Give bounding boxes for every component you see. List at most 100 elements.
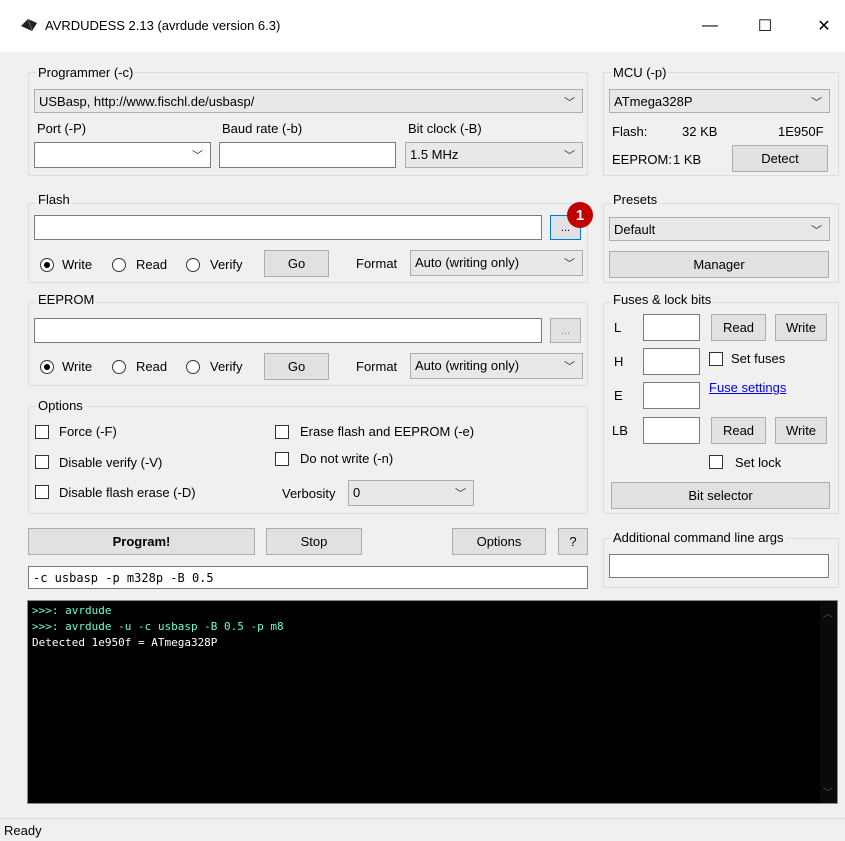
fuse-write-button[interactable]: Write: [775, 314, 827, 341]
maximize-button[interactable]: ☐: [745, 10, 785, 42]
presets-group-label: Presets: [611, 192, 660, 207]
signature-value: 1E950F: [778, 124, 824, 139]
fuse-h-input[interactable]: [643, 348, 700, 375]
fuse-l-input[interactable]: [643, 314, 700, 341]
chevron-down-icon: ﹀: [564, 258, 575, 270]
flash-format-value: Auto (writing only): [415, 255, 520, 270]
flash-size-label: Flash:: [612, 124, 648, 139]
baud-rate-input[interactable]: [219, 142, 396, 168]
set-lock-checkbox[interactable]: [709, 455, 723, 469]
console-output: >>>: avrdude >>>: avrdude -u -c usbasp -…: [27, 600, 838, 804]
eeprom-read-radio[interactable]: [112, 360, 126, 374]
presets-select[interactable]: Default ﹀: [609, 217, 830, 241]
disable-flash-erase-label: Disable flash erase (-D): [59, 485, 196, 500]
fuse-e-label: E: [614, 388, 623, 403]
lock-write-button[interactable]: Write: [775, 417, 827, 444]
flash-verify-label: Verify: [210, 257, 243, 272]
programmer-select-value: USBasp, http://www.fischl.de/usbasp/: [39, 94, 255, 109]
detect-button[interactable]: Detect: [732, 145, 828, 172]
erase-flash-eeprom-label: Erase flash and EEPROM (-e): [300, 424, 475, 439]
eeprom-read-label: Read: [136, 359, 168, 374]
chevron-down-icon: ﹀: [811, 225, 822, 237]
console-line: >>>: avrdude -u -c usbasp -B 0.5 -p m8: [32, 620, 284, 633]
flash-verify-radio[interactable]: [186, 258, 200, 272]
verbosity-select[interactable]: 0 ﹀: [348, 480, 474, 506]
lock-bits-input[interactable]: [643, 417, 700, 444]
scroll-up-icon[interactable]: ︿: [823, 605, 833, 620]
disable-verify-checkbox[interactable]: [35, 455, 49, 469]
flash-read-label: Read: [136, 257, 168, 272]
stop-button[interactable]: Stop: [266, 528, 362, 555]
chevron-down-icon: ﹀: [564, 150, 575, 162]
fuse-settings-link[interactable]: Fuse settings: [709, 380, 786, 395]
flash-write-radio[interactable]: [40, 258, 54, 272]
port-select[interactable]: ﹀: [34, 142, 211, 168]
erase-flash-eeprom-checkbox[interactable]: [275, 425, 289, 439]
fuse-l-label: L: [614, 320, 622, 335]
console-scrollbar[interactable]: ︿ ﹀: [820, 601, 837, 803]
close-button[interactable]: ✕: [804, 10, 844, 42]
additional-args-input[interactable]: [609, 554, 829, 578]
bit-clock-select[interactable]: 1.5 MHz ﹀: [405, 142, 583, 168]
eeprom-format-label: Format: [356, 359, 398, 374]
flash-format-label: Format: [356, 256, 398, 271]
program-button[interactable]: Program!: [28, 528, 255, 555]
disable-verify-label: Disable verify (-V): [59, 455, 163, 470]
chevron-down-icon: ﹀: [564, 97, 575, 109]
bit-clock-value: 1.5 MHz: [410, 147, 459, 162]
status-bar: Ready: [0, 818, 845, 841]
eeprom-format-select[interactable]: Auto (writing only) ﹀: [410, 353, 583, 379]
mcu-select[interactable]: ATmega328P ﹀: [609, 89, 830, 113]
console-line: >>>: avrdude: [32, 604, 111, 617]
minimize-button[interactable]: —: [690, 10, 730, 42]
programmer-select[interactable]: USBasp, http://www.fischl.de/usbasp/ ﹀: [34, 89, 583, 113]
eeprom-write-radio[interactable]: [40, 360, 54, 374]
port-label: Port (-P): [37, 121, 87, 136]
console-line: Detected 1e950f = ATmega328P: [32, 636, 217, 649]
chevron-down-icon: ﹀: [455, 488, 466, 500]
flash-format-select[interactable]: Auto (writing only) ﹀: [410, 250, 583, 276]
status-text: Ready: [4, 823, 42, 838]
programmer-group-label: Programmer (-c): [36, 65, 136, 80]
eeprom-format-value: Auto (writing only): [415, 358, 520, 373]
eeprom-go-button[interactable]: Go: [264, 353, 329, 380]
bit-selector-button[interactable]: Bit selector: [611, 482, 830, 509]
do-not-write-checkbox[interactable]: [275, 452, 289, 466]
chevron-down-icon: ﹀: [564, 361, 575, 373]
console-line-text: >>>: avrdude: [32, 604, 112, 617]
additional-args-label: Additional command line args: [611, 530, 786, 545]
bit-clock-label: Bit clock (-B): [408, 121, 482, 136]
console-line-text: Detected 1e950f = ATmega328P: [32, 636, 218, 649]
flash-group-label: Flash: [36, 192, 72, 207]
lock-read-button[interactable]: Read: [711, 417, 766, 444]
force-checkbox[interactable]: [35, 425, 49, 439]
flash-go-button[interactable]: Go: [264, 250, 329, 277]
eeprom-write-label: Write: [62, 359, 93, 374]
force-label: Force (-F): [59, 424, 117, 439]
eeprom-size-label: EEPROM:: [612, 152, 672, 167]
options-button[interactable]: Options: [452, 528, 546, 555]
callout-badge: 1: [567, 202, 593, 228]
scroll-down-icon[interactable]: ﹀: [823, 784, 833, 799]
chevron-down-icon: ﹀: [192, 150, 203, 162]
options-group-label: Options: [36, 398, 85, 413]
presets-manager-button[interactable]: Manager: [609, 251, 829, 278]
eeprom-file-input[interactable]: [34, 318, 542, 343]
console-line-text: >>>: avrdude -u -c usbasp -B 0.5 -p m8: [32, 620, 284, 633]
command-line-preview: -c usbasp -p m328p -B 0.5: [28, 566, 588, 589]
fuse-e-input[interactable]: [643, 382, 700, 409]
fuse-read-button[interactable]: Read: [711, 314, 766, 341]
flash-write-label: Write: [62, 257, 93, 272]
eeprom-verify-radio[interactable]: [186, 360, 200, 374]
app-logo-icon: [21, 18, 37, 32]
eeprom-browse-button[interactable]: ...: [550, 318, 581, 343]
fuses-group-label: Fuses & lock bits: [611, 292, 714, 307]
disable-flash-erase-checkbox[interactable]: [35, 485, 49, 499]
fuse-h-label: H: [614, 354, 624, 369]
set-fuses-label: Set fuses: [731, 351, 786, 366]
flash-read-radio[interactable]: [112, 258, 126, 272]
set-fuses-checkbox[interactable]: [709, 352, 723, 366]
help-button[interactable]: ?: [558, 528, 588, 555]
flash-file-input[interactable]: [34, 215, 542, 240]
lock-bits-label: LB: [612, 423, 628, 438]
